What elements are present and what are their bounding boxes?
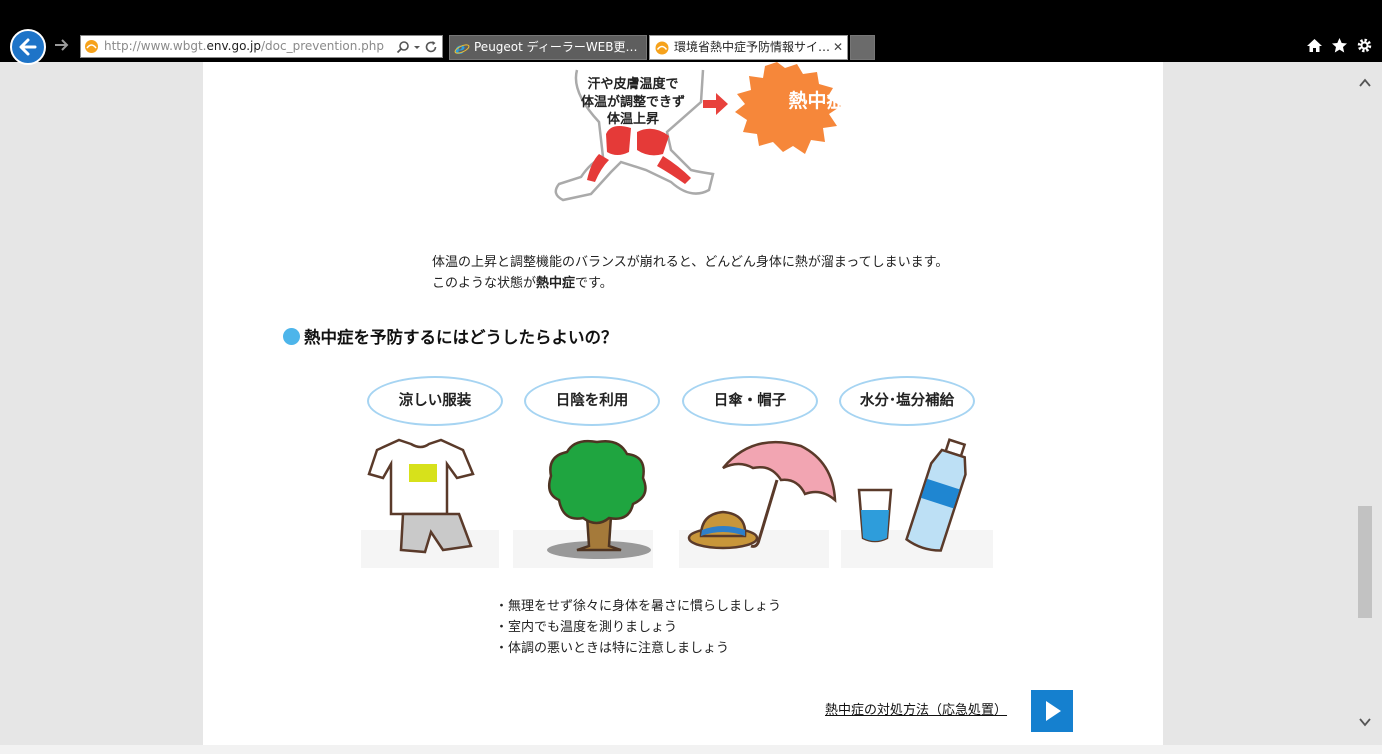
status-bar [0,745,1382,754]
prevention-illustrations [361,438,993,568]
vertical-scrollbar[interactable] [1354,62,1376,745]
close-tab-icon[interactable]: ✕ [833,36,843,59]
search-icon[interactable] [396,40,410,54]
scroll-thumb[interactable] [1358,506,1372,618]
prevention-label: 水分･塩分補給 [839,376,975,426]
refresh-icon[interactable] [424,40,438,54]
favorites-star-icon[interactable] [1331,37,1348,58]
site-favicon-icon [85,40,98,53]
intro-text: 体温の上昇と調整機能のバランスが崩れると、どんどん身体に熱が溜まってしまいます。… [432,255,949,291]
red-arrow-icon [703,93,728,115]
list-item: ・無理をせず徐々に身体を暑さに慣らしましょう [495,599,782,614]
back-arrow-icon [19,38,37,56]
address-bar[interactable]: http://www.wbgt.env.go.jp/doc_prevention… [80,35,443,58]
internet-explorer-icon: e [454,40,470,56]
scroll-up-icon[interactable] [1359,78,1371,88]
home-icon[interactable] [1306,37,1323,58]
prevention-labels: 涼しい服装 日陰を利用 日傘・帽子 水分･塩分補給 [367,376,979,430]
address-url: http://www.wbgt.env.go.jp/doc_prevention… [104,39,384,53]
emergency-treatment-link[interactable]: 熱中症の対処方法（応急処置） [825,699,1007,718]
list-item: ・体調の悪いときは特に注意しましょう [495,641,730,656]
heading-bullet-icon [283,327,300,345]
dropdown-arrow-icon[interactable] [413,40,421,54]
list-item: ・室内でも温度を測りましょう [495,620,678,635]
prevention-label: 日傘・帽子 [682,376,818,426]
heatstroke-burst-label: 熱中症 [788,90,846,112]
prevention-label: 日陰を利用 [524,376,660,426]
emergency-treatment-button[interactable] [1031,690,1073,732]
back-button[interactable] [10,29,46,65]
forward-arrow-icon[interactable] [53,36,71,54]
tab-wbgt[interactable]: 環境省熱中症予防情報サイ… ✕ [649,35,848,60]
page-content: 汗や皮膚温度で 体温が調整できず 体温上昇 熱中症 体温の上昇と調整機能のバラン… [203,62,1163,745]
new-tab-button[interactable] [850,35,875,60]
browser-chrome: http://www.wbgt.env.go.jp/doc_prevention… [0,0,1382,65]
settings-gear-icon[interactable] [1356,37,1373,58]
play-arrow-icon [1046,701,1061,721]
section-heading: 熱中症を予防するにはどうしたらよいの？ [283,324,618,348]
prevention-tips: ・無理をせず徐々に身体を暑さに慣らしましょう ・室内でも温度を測りましょう ・体… [495,596,781,659]
hero-caption: 汗や皮膚温度で 体温が調整できず 体温上昇 [580,77,685,127]
tab-peugeot[interactable]: e Peugeot ディーラーWEB更… [449,35,647,60]
scroll-down-icon[interactable] [1359,717,1371,727]
prevention-label: 涼しい服装 [367,376,503,426]
site-favicon-icon [655,41,669,55]
